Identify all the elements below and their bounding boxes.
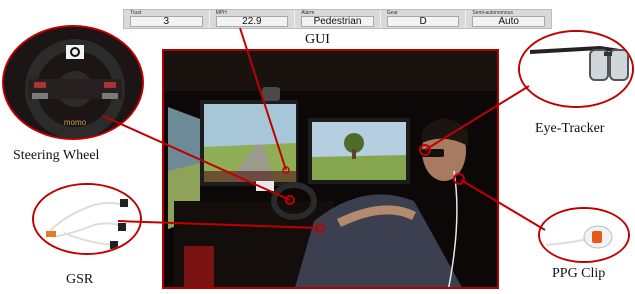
gsr-pointer-line xyxy=(117,220,319,229)
gui-pointer-line xyxy=(239,27,287,171)
annotation-lines xyxy=(102,27,546,233)
ppg-pointer-line xyxy=(460,179,546,231)
steering-wheel-pointer-line xyxy=(102,115,291,201)
ppg-pointer-marker xyxy=(453,173,465,185)
eye-tracker-pointer-line xyxy=(424,85,530,151)
